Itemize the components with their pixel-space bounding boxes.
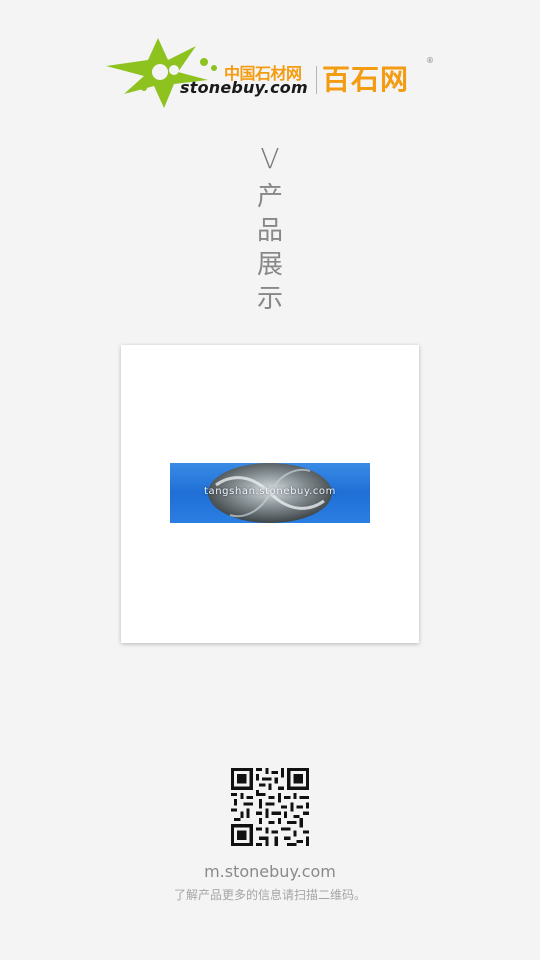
section-title-char: 展 xyxy=(256,250,283,280)
section-title-char: 示 xyxy=(256,284,283,314)
logo-brand: 百石网 xyxy=(322,63,410,96)
section-title-char: 品 xyxy=(256,216,283,246)
product-card[interactable]: tangshan.stonebuy.com xyxy=(121,345,419,643)
page: 中国石材网 stonebuy.com 百石网 ® V 产 品 展 示 tangs… xyxy=(0,0,540,960)
section-title-char: 产 xyxy=(256,182,283,212)
section-title-letter: V xyxy=(260,142,280,175)
scan-qr-hint: 了解产品更多的信息请扫描二维码。 xyxy=(173,888,366,902)
product-banner-image[interactable]: tangshan.stonebuy.com xyxy=(170,463,370,523)
section-title: V 产 品 展 示 xyxy=(250,142,290,316)
mobile-site-url[interactable]: m.stonebuy.com xyxy=(0,862,540,881)
logo-domain: stonebuy.com xyxy=(180,78,308,97)
qr-code-icon xyxy=(231,768,309,846)
starburst-logo-icon xyxy=(106,38,217,108)
product-banner-caption: tangshan.stonebuy.com xyxy=(204,486,336,497)
logo-divider xyxy=(316,66,317,94)
site-logo[interactable]: 中国石材网 stonebuy.com 百石网 ® xyxy=(104,32,444,112)
registered-mark: ® xyxy=(426,56,434,65)
